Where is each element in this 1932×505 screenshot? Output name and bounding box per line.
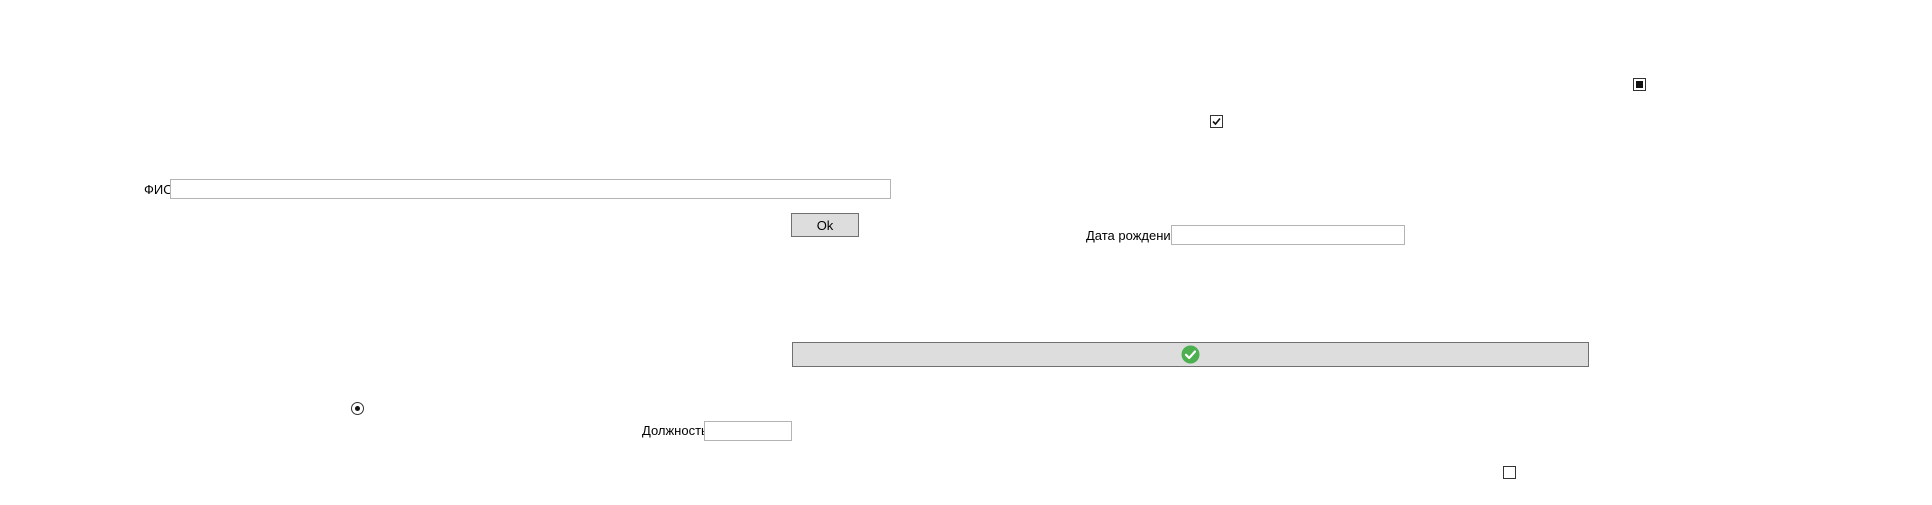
fio-input[interactable] <box>170 179 891 199</box>
position-label: Должность <box>642 423 708 438</box>
ok-button[interactable]: Ok <box>791 213 859 237</box>
radio-button[interactable] <box>351 402 364 415</box>
birthdate-input[interactable] <box>1171 225 1405 245</box>
check-circle-icon <box>1181 345 1200 364</box>
position-input[interactable] <box>704 421 792 441</box>
checked-checkbox[interactable] <box>1210 115 1223 128</box>
ok-button-label: Ok <box>816 217 834 233</box>
indeterminate-mark-icon <box>1636 81 1643 88</box>
confirm-wide-button[interactable] <box>792 342 1589 367</box>
unchecked-checkbox[interactable] <box>1503 466 1516 479</box>
fio-label: ФИО <box>144 182 174 197</box>
checkmark-icon <box>1212 117 1221 126</box>
indeterminate-checkbox[interactable] <box>1633 78 1646 91</box>
birthdate-label: Дата рождения <box>1086 228 1178 243</box>
radio-selected-dot <box>355 406 360 411</box>
